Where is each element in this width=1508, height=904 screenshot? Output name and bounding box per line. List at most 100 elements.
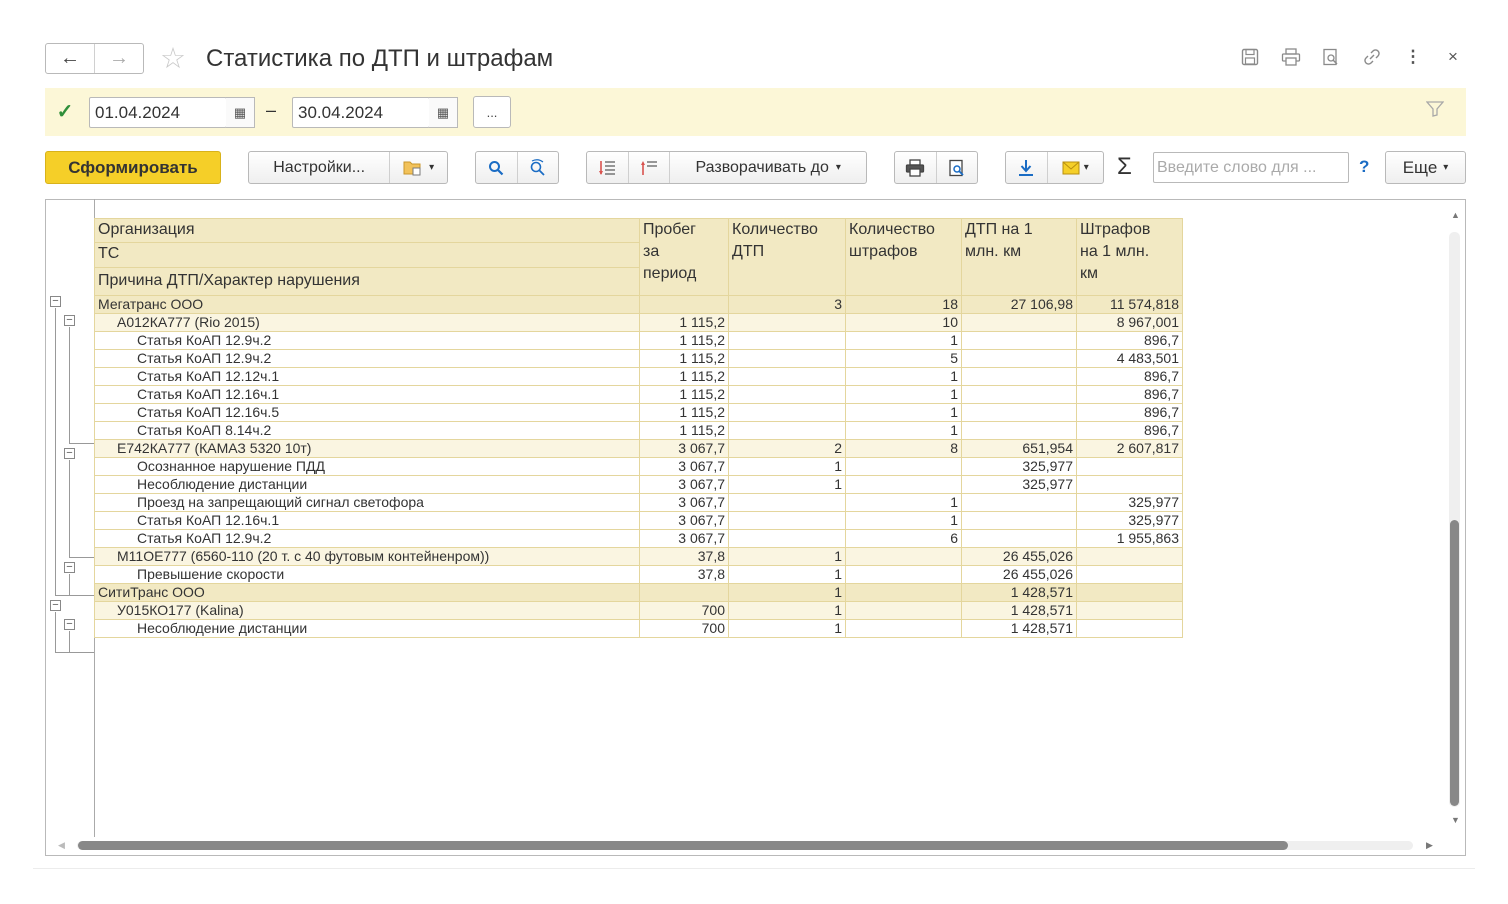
row-value-cell-acc-per-mln[interactable] <box>961 331 1077 350</box>
row-value-cell-acc-per-mln[interactable]: 27 106,98 <box>961 295 1077 314</box>
row-value-cell-fines-per-mln[interactable] <box>1076 475 1183 494</box>
print-icon[interactable] <box>1279 45 1303 69</box>
row-value-cell-acc-per-mln[interactable]: 1 428,571 <box>961 619 1077 638</box>
table-row[interactable]: М11ОЕ777 (6560-110 (20 т. с 40 футовым к… <box>94 547 1183 566</box>
row-value-cell-accidents[interactable]: 1 <box>728 547 846 566</box>
settings-button[interactable]: Настройки... <box>249 152 389 183</box>
table-row[interactable]: Проезд на запрещающий сигнал светофора 3 … <box>94 493 1183 512</box>
row-value-cell-fines-per-mln[interactable] <box>1076 619 1183 638</box>
row-value-cell-fines[interactable] <box>845 547 962 566</box>
row-value-cell-accidents[interactable] <box>728 511 846 530</box>
collapse-toggle-icon[interactable]: − <box>64 618 75 630</box>
table-row[interactable]: Статья КоАП 12.16ч.1 1 115,2 1 896,7 <box>94 385 1183 404</box>
row-value-cell-fines[interactable] <box>845 601 962 620</box>
row-value-cell-fines-per-mln[interactable]: 11 574,818 <box>1076 295 1183 314</box>
table-row[interactable]: Мегатранс ООО 3 18 27 106,98 11 574,818 <box>94 295 1183 314</box>
row-value-cell-fines-per-mln[interactable]: 2 607,817 <box>1076 439 1183 458</box>
collapse-toggle-icon[interactable]: − <box>64 561 75 573</box>
link-icon[interactable] <box>1360 45 1384 69</box>
more-icon[interactable]: ⋮ <box>1401 45 1425 69</box>
collapse-all-icon[interactable] <box>627 152 670 183</box>
variant-folder-icon[interactable]: ▾ <box>389 152 447 183</box>
row-value-cell-fines[interactable] <box>845 583 962 602</box>
scroll-down-icon[interactable]: ▼ <box>1451 815 1460 825</box>
row-value-cell-fines[interactable]: 18 <box>845 295 962 314</box>
horizontal-scroll-thumb[interactable] <box>78 841 1288 850</box>
row-value-cell-accidents[interactable] <box>728 529 846 548</box>
row-value-cell-acc-per-mln[interactable] <box>961 313 1077 332</box>
header-accidents[interactable]: Количество ДТП <box>728 218 846 296</box>
table-row[interactable]: Превышение скорости 37,8 1 26 455,026 <box>94 565 1183 584</box>
row-name-cell[interactable]: Статья КоАП 12.16ч.1 <box>94 385 640 404</box>
row-value-cell-mileage[interactable]: 1 115,2 <box>639 421 729 440</box>
row-value-cell-fines[interactable]: 1 <box>845 493 962 512</box>
row-value-cell-acc-per-mln[interactable] <box>961 421 1077 440</box>
row-value-cell-mileage[interactable] <box>639 583 729 602</box>
row-value-cell-acc-per-mln[interactable] <box>961 529 1077 548</box>
row-value-cell-accidents[interactable] <box>728 331 846 350</box>
row-value-cell-fines-per-mln[interactable] <box>1076 601 1183 620</box>
row-value-cell-fines[interactable] <box>845 565 962 584</box>
row-value-cell-mileage[interactable]: 1 115,2 <box>639 349 729 368</box>
header-mileage[interactable]: Пробег за период <box>639 218 729 296</box>
row-name-cell[interactable]: А012КА777 (Rio 2015) <box>94 313 640 332</box>
row-value-cell-fines[interactable]: 5 <box>845 349 962 368</box>
print-preview-icon[interactable] <box>935 152 978 183</box>
row-value-cell-fines[interactable]: 6 <box>845 529 962 548</box>
row-value-cell-fines[interactable]: 10 <box>845 313 962 332</box>
row-name-cell[interactable]: Проезд на запрещающий сигнал светофора <box>94 493 640 512</box>
row-value-cell-acc-per-mln[interactable] <box>961 493 1077 512</box>
preview-icon[interactable] <box>1319 45 1343 69</box>
row-value-cell-mileage[interactable] <box>639 295 729 314</box>
print-icon[interactable] <box>895 152 936 183</box>
collapse-toggle-icon[interactable]: − <box>64 447 75 459</box>
row-value-cell-accidents[interactable]: 2 <box>728 439 846 458</box>
row-name-cell[interactable]: Статья КоАП 12.9ч.2 <box>94 529 640 548</box>
row-value-cell-acc-per-mln[interactable]: 1 428,571 <box>961 583 1077 602</box>
header-organization[interactable]: Организация ТС Причина ДТП/Характер нару… <box>94 218 640 296</box>
table-row[interactable]: Статья КоАП 12.9ч.2 1 115,2 5 4 483,501 <box>94 349 1183 368</box>
row-value-cell-fines[interactable] <box>845 619 962 638</box>
expand-all-icon[interactable] <box>587 152 628 183</box>
row-name-cell[interactable]: Статья КоАП 8.14ч.2 <box>94 421 640 440</box>
period-choice-button[interactable]: ... <box>473 96 511 128</box>
row-value-cell-mileage[interactable]: 1 115,2 <box>639 385 729 404</box>
row-value-cell-acc-per-mln[interactable]: 26 455,026 <box>961 547 1077 566</box>
row-value-cell-fines-per-mln[interactable]: 1 955,863 <box>1076 529 1183 548</box>
row-name-cell[interactable]: Статья КоАП 12.9ч.2 <box>94 331 640 350</box>
row-value-cell-accidents[interactable] <box>728 385 846 404</box>
row-value-cell-fines-per-mln[interactable]: 896,7 <box>1076 421 1183 440</box>
row-value-cell-accidents[interactable] <box>728 367 846 386</box>
row-value-cell-mileage[interactable]: 700 <box>639 619 729 638</box>
collapse-toggle-icon[interactable]: − <box>50 295 61 307</box>
download-icon[interactable] <box>1006 152 1047 183</box>
generate-button[interactable]: Сформировать <box>45 151 221 184</box>
row-name-cell[interactable]: Статья КоАП 12.16ч.5 <box>94 403 640 422</box>
row-name-cell[interactable]: Несоблюдение дистанции <box>94 475 640 494</box>
row-value-cell-mileage[interactable]: 3 067,7 <box>639 457 729 476</box>
row-value-cell-fines-per-mln[interactable]: 4 483,501 <box>1076 349 1183 368</box>
table-row[interactable]: А012КА777 (Rio 2015) 1 115,2 10 8 967,001 <box>94 313 1183 332</box>
row-value-cell-acc-per-mln[interactable]: 325,977 <box>961 457 1077 476</box>
row-value-cell-mileage[interactable]: 3 067,7 <box>639 439 729 458</box>
scroll-right-icon[interactable]: ▶ <box>1426 840 1433 851</box>
filter-icon[interactable] <box>1425 101 1445 122</box>
row-value-cell-mileage[interactable]: 1 115,2 <box>639 403 729 422</box>
search-input[interactable]: Введите слово для ... <box>1153 152 1349 183</box>
row-value-cell-fines-per-mln[interactable]: 8 967,001 <box>1076 313 1183 332</box>
row-name-cell[interactable]: У015КО177 (Kalina) <box>94 601 640 620</box>
help-button[interactable]: ? <box>1359 157 1369 177</box>
row-value-cell-fines[interactable]: 8 <box>845 439 962 458</box>
row-value-cell-acc-per-mln[interactable] <box>961 511 1077 530</box>
table-row[interactable]: Осознанное нарушение ПДД 3 067,7 1 325,977 <box>94 457 1183 476</box>
date-from-field[interactable]: 01.04.2024 <box>89 97 227 128</box>
row-value-cell-mileage[interactable]: 3 067,7 <box>639 529 729 548</box>
collapse-toggle-icon[interactable]: − <box>50 599 61 611</box>
row-name-cell[interactable]: Осознанное нарушение ПДД <box>94 457 640 476</box>
row-value-cell-acc-per-mln[interactable] <box>961 349 1077 368</box>
row-value-cell-acc-per-mln[interactable]: 26 455,026 <box>961 565 1077 584</box>
row-value-cell-fines-per-mln[interactable]: 896,7 <box>1076 367 1183 386</box>
row-value-cell-acc-per-mln[interactable]: 651,954 <box>961 439 1077 458</box>
table-row[interactable]: Несоблюдение дистанции 700 1 1 428,571 <box>94 619 1183 638</box>
back-button[interactable]: ← <box>46 44 94 73</box>
